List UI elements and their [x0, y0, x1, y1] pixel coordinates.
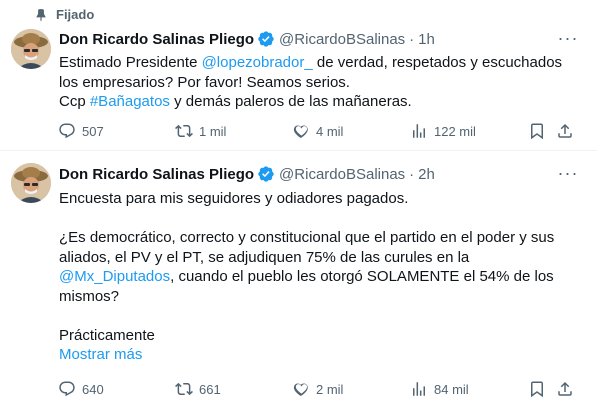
- share-icon: [558, 381, 572, 396]
- text-segment: Ccp: [59, 93, 90, 110]
- reply-button[interactable]: 640: [58, 380, 104, 398]
- text-segment: Estimado Presidente: [59, 54, 202, 71]
- like-button[interactable]: 2 mil: [292, 380, 343, 398]
- show-more-link[interactable]: Mostrar más: [59, 346, 142, 363]
- text-segment: Encuesta para mis seguidores y odiadores…: [59, 190, 409, 207]
- bookmark-icon: [531, 381, 543, 398]
- avatar-image: [11, 29, 51, 69]
- retweet-button[interactable]: 661: [175, 380, 221, 398]
- pin-icon: [36, 8, 46, 21]
- display-name[interactable]: Don Ricardo Salinas Pliego: [59, 31, 254, 48]
- separator-dot: ·: [409, 165, 415, 183]
- more-options-icon[interactable]: ···: [557, 27, 579, 49]
- retweet-icon: [175, 124, 193, 138]
- views-button[interactable]: 122 mil: [410, 122, 476, 140]
- handle[interactable]: @RicardoBSalinas: [279, 166, 405, 183]
- avatar[interactable]: [11, 29, 51, 69]
- views-button[interactable]: 84 mil: [410, 380, 469, 398]
- text-segment: Prácticamente: [59, 326, 155, 344]
- views-chart-icon: [413, 382, 425, 396]
- text-segment: ¿Es democrático, correcto y constitucion…: [59, 229, 555, 246]
- action-bar: 640 661 2 mil 84 mil: [58, 380, 578, 402]
- views-chart-icon: [413, 124, 425, 138]
- pinned-indicator: Fijado: [34, 7, 94, 22]
- text-segment: y demás paleros de las mañaneras.: [169, 93, 412, 110]
- reply-count: 640: [82, 381, 104, 397]
- bookmark-button[interactable]: [528, 380, 546, 398]
- retweet-count: 661: [199, 381, 221, 397]
- view-count: 122 mil: [434, 123, 476, 139]
- like-count: 4 mil: [316, 123, 344, 139]
- retweet-button[interactable]: 1 mil: [175, 122, 226, 140]
- timestamp[interactable]: 2h: [418, 166, 435, 183]
- text-segment: los empresarios? Por favor! Seamos serio…: [59, 73, 350, 91]
- share-icon: [558, 123, 572, 138]
- avatar-image: [11, 163, 51, 203]
- avatar[interactable]: [11, 163, 51, 203]
- tweet-text: Estimado Presidente @lopezobrador_ de ve…: [59, 53, 584, 112]
- view-count: 84 mil: [434, 381, 469, 397]
- text-segment: de verdad, respetados y escuchados: [312, 54, 563, 71]
- retweet-count: 1 mil: [199, 123, 227, 139]
- retweet-icon: [175, 382, 193, 396]
- verified-badge-icon[interactable]: [257, 165, 275, 183]
- reply-icon: [59, 123, 75, 139]
- tweet[interactable]: Don Ricardo Salinas Pliego @RicardoBSali…: [0, 151, 597, 412]
- bookmark-button[interactable]: [528, 122, 546, 140]
- share-button[interactable]: [556, 122, 574, 140]
- heart-icon: [293, 125, 308, 139]
- text-segment: aliados, el PV y el PT, se adjudiquen 75…: [59, 248, 470, 266]
- separator-dot: ·: [409, 30, 415, 48]
- pinned-tweet[interactable]: Fijado Don Ricardo Salinas Pliego @Ricar…: [0, 0, 597, 150]
- tweet-text: Encuesta para mis seguidores y odiadores…: [59, 189, 584, 365]
- text-segment: , cuando el pueblo les otorgó SOLAMENTE …: [170, 268, 554, 285]
- mention-link[interactable]: @lopezobrador_: [202, 54, 313, 71]
- heart-icon: [293, 383, 308, 397]
- reply-icon: [59, 381, 75, 397]
- share-button[interactable]: [556, 380, 574, 398]
- action-bar: 507 1 mil 4 mil 122 mil: [58, 122, 578, 144]
- timestamp[interactable]: 1h: [418, 31, 435, 48]
- text-segment: mismos?: [59, 287, 120, 305]
- reply-count: 507: [82, 123, 104, 139]
- reply-button[interactable]: 507: [58, 122, 104, 140]
- hashtag-link[interactable]: #Bañagatos: [90, 93, 170, 110]
- like-count: 2 mil: [316, 381, 344, 397]
- verified-badge-icon[interactable]: [257, 30, 275, 48]
- bookmark-icon: [531, 123, 543, 140]
- pinned-label: Fijado: [56, 7, 95, 22]
- display-name[interactable]: Don Ricardo Salinas Pliego: [59, 166, 254, 183]
- more-options-icon[interactable]: ···: [557, 162, 579, 184]
- tweet-header: Don Ricardo Salinas Pliego @RicardoBSali…: [59, 30, 435, 48]
- tweet-header: Don Ricardo Salinas Pliego @RicardoBSali…: [59, 165, 435, 183]
- handle[interactable]: @RicardoBSalinas: [279, 31, 405, 48]
- mention-link[interactable]: @Mx_Diputados: [59, 268, 170, 285]
- like-button[interactable]: 4 mil: [292, 122, 343, 140]
